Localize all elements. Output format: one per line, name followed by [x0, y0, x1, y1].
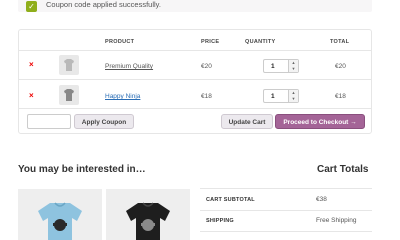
quantity-stepper[interactable]: 1 ▲ ▼ [263, 59, 299, 73]
header-total: TOTAL [330, 39, 350, 45]
remove-item-button[interactable]: × [29, 91, 34, 100]
row-divider [19, 108, 371, 109]
subtotal-value: €38 [316, 196, 327, 203]
quantity-stepper[interactable]: 1 ▲ ▼ [263, 89, 299, 103]
subtotal-label: CART SUBTOTAL [206, 197, 255, 203]
product-link[interactable]: Premium Quality [105, 63, 153, 70]
cart-totals-title: Cart Totals [317, 164, 369, 175]
remove-item-button[interactable]: × [29, 60, 34, 69]
row-divider [19, 50, 371, 51]
product-link[interactable]: Happy Ninja [105, 93, 140, 100]
header-price: PRICE [201, 39, 220, 45]
coupon-notice: ✓ Coupon code applied successfully. [18, 0, 372, 12]
tshirt-icon [38, 202, 82, 240]
coupon-code-input[interactable] [27, 114, 71, 129]
line-total: €20 [335, 63, 346, 70]
row-divider [19, 79, 371, 80]
notice-message: Coupon code applied successfully. [46, 0, 161, 9]
totals-divider [200, 188, 372, 189]
decrease-icon[interactable]: ▼ [289, 66, 298, 72]
line-total: €18 [335, 93, 346, 100]
tshirt-icon [126, 202, 170, 240]
header-quantity: QUANTITY [245, 39, 276, 45]
product-thumbnail[interactable] [59, 85, 79, 105]
stepper-arrows[interactable]: ▲ ▼ [288, 60, 298, 72]
product-price: €18 [201, 93, 212, 100]
product-thumbnail[interactable] [59, 55, 79, 75]
stepper-arrows[interactable]: ▲ ▼ [288, 90, 298, 102]
check-icon: ✓ [26, 1, 37, 12]
product-price: €20 [201, 63, 212, 70]
update-cart-button[interactable]: Update Cart [221, 114, 273, 129]
proceed-to-checkout-button[interactable]: Proceed to Checkout → [275, 114, 365, 129]
apply-coupon-button[interactable]: Apply Coupon [74, 114, 134, 129]
header-product: PRODUCT [105, 39, 135, 45]
upsell-title: You may be interested in… [18, 164, 146, 175]
tshirt-icon [64, 59, 74, 71]
quantity-value[interactable]: 1 [271, 93, 275, 100]
cart-table: PRODUCT PRICE QUANTITY TOTAL × Premium Q… [18, 29, 372, 134]
tshirt-icon [64, 89, 74, 101]
product-card[interactable] [18, 189, 102, 240]
totals-divider [200, 231, 372, 232]
shipping-label: SHIPPING [206, 218, 234, 224]
decrease-icon[interactable]: ▼ [289, 96, 298, 102]
product-card[interactable] [106, 189, 190, 240]
shipping-value: Free Shipping [316, 217, 357, 224]
quantity-value[interactable]: 1 [271, 63, 275, 70]
totals-divider [200, 210, 372, 211]
